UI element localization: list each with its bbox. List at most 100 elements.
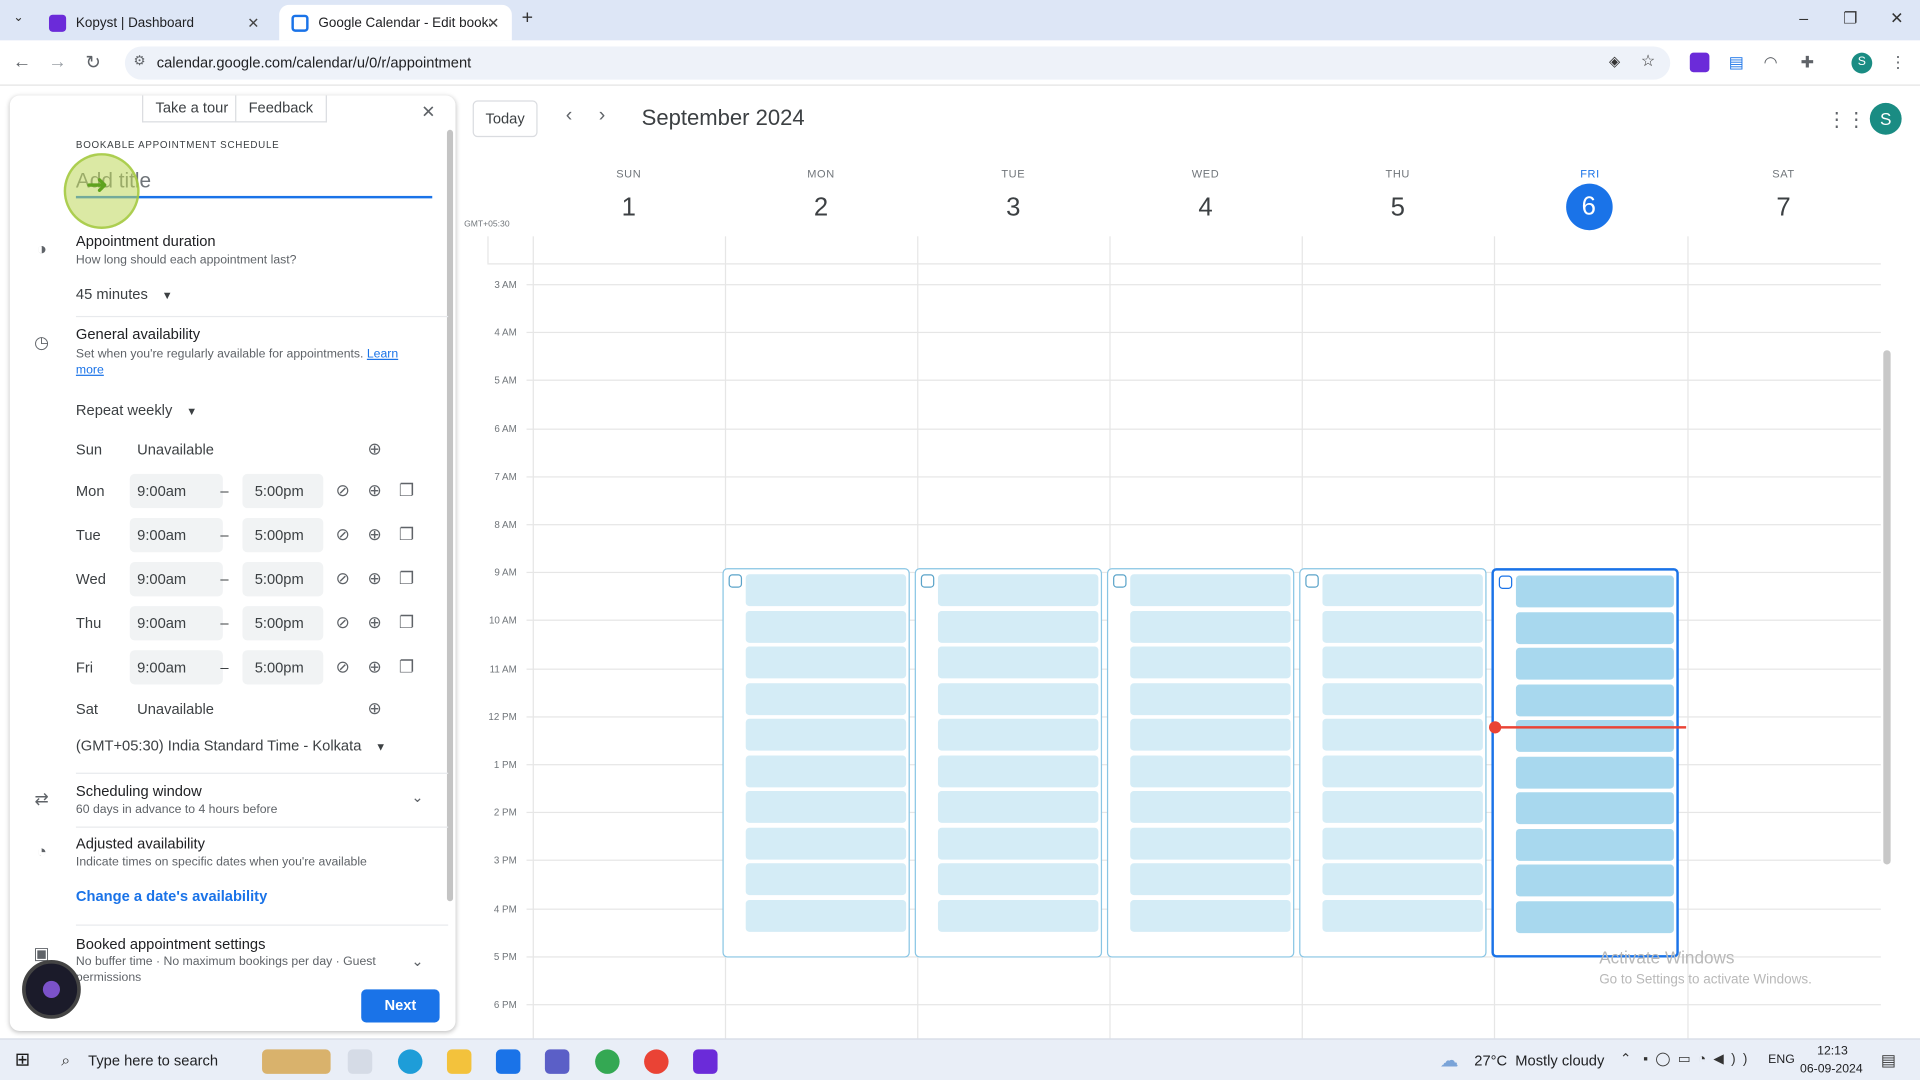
copy-times-icon[interactable]: ❐ [397,656,417,677]
appointment-slot[interactable] [1130,791,1291,823]
reload-icon[interactable]: ↻ [82,51,104,74]
next-button[interactable]: Next [361,989,440,1023]
appointment-slot[interactable] [937,827,1099,859]
day-number[interactable]: 5 [1373,190,1422,227]
end-time-field[interactable]: 5:00pm [242,473,324,509]
appointment-slot[interactable] [937,718,1099,751]
appointment-slot[interactable] [1322,610,1483,643]
end-time-field[interactable]: 5:00pm [242,606,324,641]
appointment-slot[interactable] [1322,718,1483,751]
floating-record-button[interactable] [22,960,81,1019]
restore-icon[interactable]: ❐ [1832,9,1869,29]
kopyst-extension-icon[interactable] [1689,52,1710,73]
appointment-slot[interactable] [1322,682,1483,715]
learn-more-link[interactable]: Learn [367,348,398,361]
appointment-slot[interactable] [1515,720,1674,752]
appointment-slot[interactable] [1130,718,1291,751]
profile-avatar[interactable]: S [1851,52,1873,74]
panel-scrollbar[interactable] [446,129,454,902]
appointment-slot[interactable] [745,791,907,823]
day-number[interactable]: 6 [1565,183,1613,231]
today-button[interactable]: Today [472,100,538,138]
new-tab-plus-icon[interactable]: + [522,7,533,29]
calendar-scrollbar[interactable] [1883,350,1891,865]
copy-times-icon[interactable]: ❐ [397,568,417,589]
appointment-slot[interactable] [1130,646,1291,679]
close-tab-icon[interactable]: ✕ [247,15,259,32]
add-time-icon[interactable]: ⊕ [365,656,385,677]
learn-more-link-2[interactable]: more [76,364,104,377]
appointment-slot[interactable] [1322,646,1483,679]
teams-icon[interactable] [544,1049,570,1074]
clock-date[interactable]: 06-09-2024 [1800,1063,1863,1076]
appointment-slot[interactable] [745,574,907,607]
account-avatar[interactable]: S [1869,102,1902,135]
duration-select[interactable]: 45 minutes ▼ [76,285,173,302]
appointment-slot[interactable] [745,646,907,679]
appointment-slot[interactable] [1322,899,1483,932]
copy-times-icon[interactable]: ❐ [397,524,417,545]
start-time-field[interactable]: 9:00am [129,650,223,685]
day-number[interactable]: 3 [989,190,1038,227]
appointment-slot[interactable] [1515,864,1674,897]
appointment-slot[interactable] [937,610,1099,643]
availability-block[interactable] [722,568,910,958]
appointment-slot[interactable] [1515,828,1674,861]
appointment-slot[interactable] [937,899,1099,932]
booked-expand-icon[interactable]: ⌄ [411,953,423,970]
doc-extension-icon[interactable]: ▤ [1727,53,1747,73]
appointment-slot[interactable] [745,754,907,787]
availability-block[interactable] [1299,568,1487,958]
tray-icons[interactable]: ▪◯▭◔◀)) [1643,1051,1754,1067]
minimize-icon[interactable]: – [1785,9,1822,27]
appointment-slot[interactable] [745,682,907,715]
add-time-icon[interactable]: ⊕ [365,480,385,501]
file-explorer-icon[interactable] [446,1049,472,1074]
unavailable-block-icon[interactable]: ⊘ [333,656,353,677]
appointment-slot[interactable] [937,754,1099,787]
start-time-field[interactable]: 9:00am [129,473,223,509]
availability-block[interactable] [1106,568,1295,958]
notification-icon[interactable]: ▤ [1881,1051,1896,1071]
appointment-slot[interactable] [745,718,907,751]
appointment-slot[interactable] [937,863,1099,896]
appointment-slot[interactable] [1322,863,1483,896]
day-number[interactable]: 7 [1759,190,1808,227]
appointment-slot[interactable] [937,574,1099,607]
end-time-field[interactable]: 5:00pm [242,650,324,685]
appointment-slot[interactable] [1322,827,1483,859]
day-number[interactable]: 4 [1181,190,1230,227]
edge-icon[interactable] [397,1049,423,1074]
end-time-field[interactable]: 5:00pm [242,562,324,597]
timezone-select[interactable]: (GMT+05:30) India Standard Time - Kolkat… [76,737,386,754]
kopyst-taskbar-icon[interactable] [693,1049,718,1074]
appointment-slot[interactable] [1130,574,1291,607]
chrome-icon[interactable] [595,1049,620,1074]
appointment-slot[interactable] [1130,682,1291,715]
appointment-slot[interactable] [1322,791,1483,823]
url-bar[interactable]: ⚙ calendar.google.com/calendar/u/0/r/app… [124,46,1671,80]
appointment-slot[interactable] [937,682,1099,715]
availability-block[interactable] [1491,568,1679,958]
appointment-slot[interactable] [1515,756,1674,788]
scheduling-expand-icon[interactable]: ⌄ [411,789,423,806]
add-time-icon[interactable]: ⊕ [365,524,385,545]
day-number[interactable]: 1 [604,190,653,227]
appointment-slot[interactable] [1515,683,1674,716]
eye-icon[interactable]: ◈ [1609,53,1620,70]
close-window-icon[interactable]: ✕ [1878,9,1915,29]
start-time-field[interactable]: 9:00am [129,517,223,553]
task-view-icon[interactable] [347,1049,373,1074]
appointment-slot[interactable] [1130,610,1291,643]
extensions-puzzle-icon[interactable]: ✚ [1798,53,1818,73]
appointment-slot[interactable] [745,827,907,859]
appointment-slot[interactable] [1515,647,1674,680]
appointment-slot[interactable] [1130,754,1291,787]
appointment-slot[interactable] [1322,574,1483,607]
tray-up-chevron-icon[interactable]: ⌃ [1620,1051,1631,1067]
weather-text[interactable]: 27°C Mostly cloudy [1474,1052,1604,1069]
add-time-icon[interactable]: ⊕ [365,438,385,459]
appointment-slot[interactable] [1130,827,1291,859]
take-tour-button[interactable]: Take a tour [142,95,242,123]
close-tab-icon[interactable]: ✕ [487,15,499,32]
